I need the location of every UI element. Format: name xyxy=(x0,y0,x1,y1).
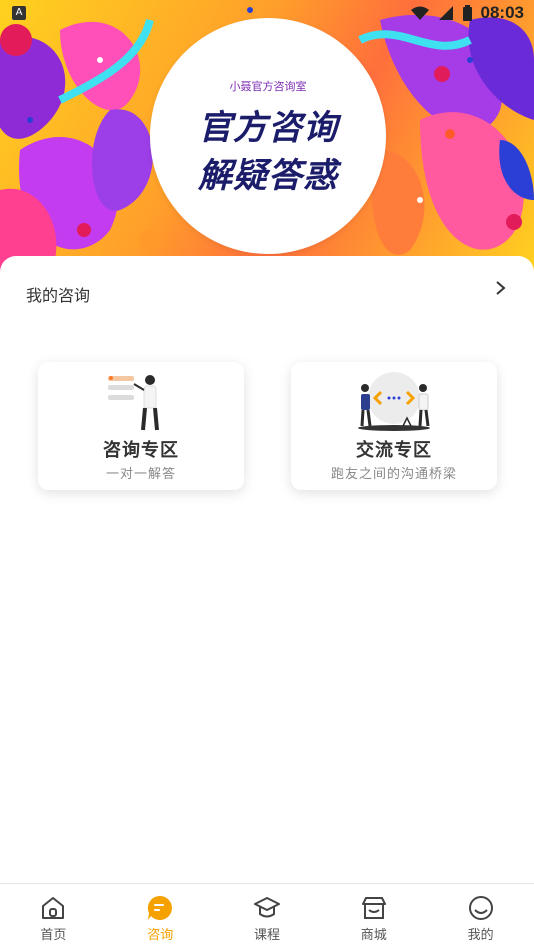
exchange-zone-card[interactable]: 交流专区 跑友之间的沟通桥梁 xyxy=(291,362,497,490)
smile-icon xyxy=(468,896,493,920)
nav-item-consult[interactable]: 咨询 xyxy=(107,884,214,950)
chevron-right-icon[interactable] xyxy=(494,278,508,298)
nav-item-store[interactable]: 商城 xyxy=(320,884,427,950)
nav-item-courses[interactable]: 课程 xyxy=(214,884,321,950)
nav-label: 商城 xyxy=(360,928,387,943)
bottom-nav: 首页 咨询 课程 商城 我的 xyxy=(0,883,534,950)
slogan-line-2: 解疑答惑 xyxy=(198,156,338,196)
card-subtitle: 跑友之间的沟通桥梁 xyxy=(330,467,457,482)
content-panel: 我的咨询 咨询专区 一对一解答 交流专区 跑友之间的沟通桥梁 xyxy=(0,256,534,884)
graduation-cap-icon xyxy=(253,897,280,918)
notification-indicator: A xyxy=(12,6,26,20)
card-title: 咨询专区 xyxy=(103,440,179,461)
nav-label: 我的 xyxy=(467,928,494,943)
battery-icon xyxy=(462,4,472,21)
status-bar: A 08:03 xyxy=(0,0,534,28)
nav-label: 首页 xyxy=(40,928,67,943)
nav-item-profile[interactable]: 我的 xyxy=(427,884,534,950)
home-icon xyxy=(42,897,65,919)
nav-item-home[interactable]: 首页 xyxy=(0,884,107,950)
store-icon xyxy=(361,897,386,919)
consult-zone-card[interactable]: 咨询专区 一对一解答 xyxy=(38,362,244,490)
signal-icon xyxy=(438,6,453,20)
card-title: 交流专区 xyxy=(356,440,432,461)
consultant-illustration xyxy=(108,375,159,431)
exchange-illustration xyxy=(358,372,430,431)
banner: A 08:03 小聂官方咨询室 官方咨询 解疑答惑 xyxy=(0,0,534,275)
status-time: 08:03 xyxy=(480,3,524,22)
nav-label: 咨询 xyxy=(147,928,174,943)
slogan-line-1: 官方咨询 xyxy=(198,108,338,148)
card-subtitle: 一对一解答 xyxy=(105,467,176,482)
room-name: 小聂官方咨询室 xyxy=(229,80,307,93)
wifi-icon xyxy=(410,6,429,20)
nav-label: 课程 xyxy=(253,928,280,943)
my-consult-link[interactable]: 我的咨询 xyxy=(26,282,90,306)
chat-icon xyxy=(148,895,173,920)
